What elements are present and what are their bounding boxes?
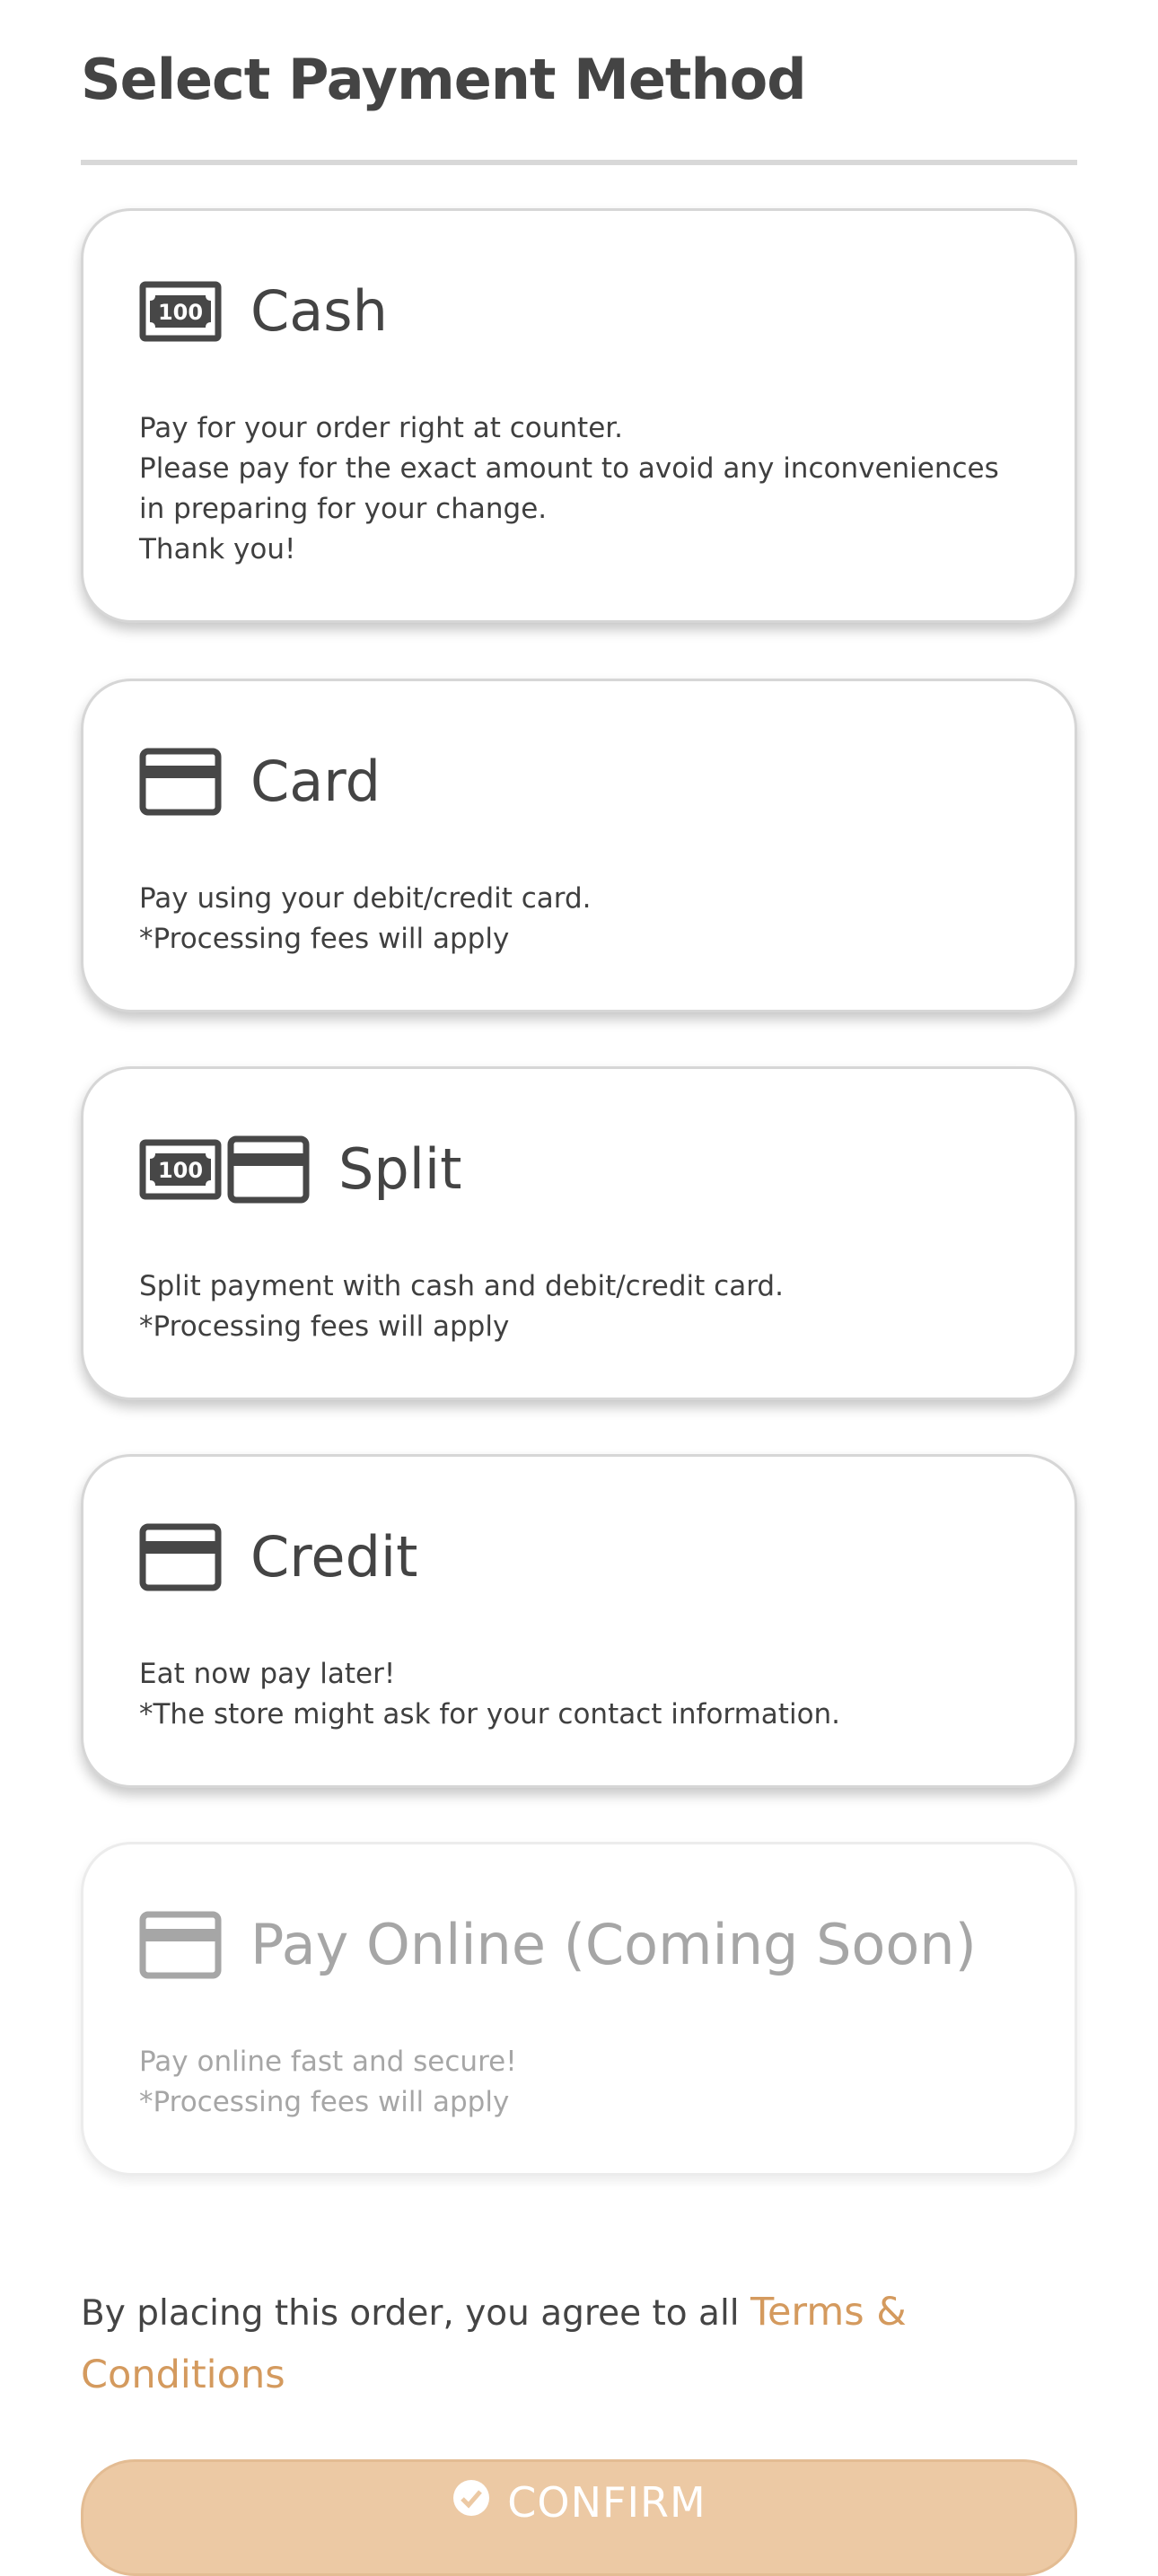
- payment-option-cash[interactable]: 100 Cash Pay for your order right at cou…: [81, 208, 1077, 623]
- payment-option-header: 100 Split: [139, 1134, 461, 1205]
- payment-option-description: Split payment with cash and debit/credit…: [139, 1270, 784, 1343]
- svg-text:100: 100: [158, 300, 203, 325]
- confirm-button[interactable]: CONFIRM: [81, 2459, 1077, 2576]
- confirm-label: CONFIRM: [507, 2478, 706, 2527]
- payment-option-title: Split: [338, 1136, 462, 1202]
- cash-icon: 100: [139, 1139, 222, 1200]
- svg-text:100: 100: [158, 1158, 203, 1183]
- payment-option-card[interactable]: Card Pay using your debit/credit card. *…: [81, 679, 1077, 1012]
- payment-option-description: Eat now pay later! *The store might ask …: [139, 1658, 841, 1730]
- payment-option-header: 100 Cash: [139, 276, 388, 347]
- credit-card-icon: [139, 1911, 222, 1979]
- agreement-text: By placing this order, you agree to all: [81, 2293, 751, 2334]
- credit-card-icon: [139, 748, 222, 816]
- payment-option-credit[interactable]: Credit Eat now pay later! *The store mig…: [81, 1454, 1077, 1788]
- cash-icon: 100: [139, 281, 222, 342]
- title-divider: [81, 160, 1077, 165]
- payment-option-header: Card: [139, 746, 381, 818]
- check-circle-icon: [453, 2480, 490, 2516]
- page-title: Select Payment Method: [81, 47, 807, 112]
- payment-option-title: Cash: [250, 278, 388, 344]
- payment-option-header: Credit: [139, 1521, 417, 1593]
- terms-agreement: By placing this order, you agree to all …: [81, 2282, 1077, 2407]
- payment-option-description: Pay online fast and secure! *Processing …: [139, 2046, 517, 2118]
- payment-option-pay-online: Pay Online (Coming Soon) Pay online fast…: [81, 1842, 1077, 2176]
- payment-option-header: Pay Online (Coming Soon): [139, 1909, 977, 1981]
- credit-card-icon: [227, 1135, 310, 1204]
- payment-option-title: Card: [250, 749, 382, 814]
- payment-method-screen: Select Payment Method 100 Cash Pay for y…: [0, 0, 1158, 2576]
- payment-option-split[interactable]: 100 Split Split payment with cash and de…: [81, 1066, 1077, 1400]
- payment-option-title: Pay Online (Coming Soon): [250, 1912, 977, 1977]
- credit-card-icon: [139, 1523, 222, 1591]
- payment-option-title: Credit: [250, 1524, 418, 1590]
- payment-option-description: Pay for your order right at counter. Ple…: [139, 412, 999, 565]
- payment-option-description: Pay using your debit/credit card. *Proce…: [139, 882, 592, 955]
